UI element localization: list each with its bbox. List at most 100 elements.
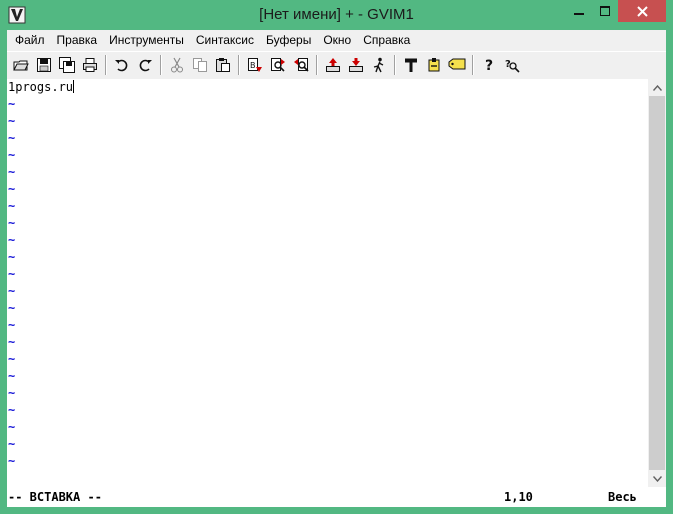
help-button[interactable]: ?	[477, 54, 500, 77]
buffer-text: 1progs.ru	[8, 80, 74, 94]
empty-line-tilde: ~	[8, 182, 16, 196]
chevron-up-icon	[652, 84, 662, 91]
toolbar-separator	[238, 55, 239, 75]
open-icon	[12, 60, 29, 71]
redo-button[interactable]	[133, 54, 156, 77]
maximize-button[interactable]	[592, 0, 618, 22]
open-button[interactable]	[9, 54, 32, 77]
scroll-position: Весь	[608, 490, 637, 504]
empty-line-tilde: ~	[8, 233, 16, 247]
scroll-down-arrow[interactable]	[648, 470, 666, 487]
save-all-icon	[58, 57, 75, 73]
paste-button[interactable]	[211, 54, 234, 77]
toolbar-separator	[160, 55, 161, 75]
title-bar[interactable]: [Нет имени] + - GVIM1	[0, 0, 673, 30]
empty-line-tilde: ~	[8, 97, 16, 111]
status-line: -- ВСТАВКА -- 1,10 Весь	[7, 487, 666, 507]
empty-line-tilde: ~	[8, 216, 16, 230]
help-icon: ?	[485, 58, 493, 73]
load-session-icon	[325, 58, 340, 72]
empty-line-tilde: ~	[8, 420, 16, 434]
minimize-icon	[574, 13, 584, 15]
copy-button[interactable]	[188, 54, 211, 77]
empty-line-tilde: ~	[8, 114, 16, 128]
make-icon	[404, 58, 417, 72]
maximize-icon	[600, 6, 610, 16]
menu-buffers[interactable]: Буферы	[260, 30, 317, 50]
replace-icon: B	[247, 58, 262, 72]
empty-line-tilde: ~	[8, 335, 16, 349]
empty-line-tilde: ~	[8, 301, 16, 315]
cut-button[interactable]	[165, 54, 188, 77]
shell-button[interactable]	[422, 54, 445, 77]
empty-line-tilde: ~	[8, 267, 16, 281]
toolbar-separator	[105, 55, 106, 75]
undo-icon	[114, 59, 127, 72]
empty-line-tilde: ~	[8, 199, 16, 213]
print-icon	[82, 58, 97, 72]
replace-button[interactable]: B	[243, 54, 266, 77]
empty-line-tilde: ~	[8, 437, 16, 451]
find-help-button[interactable]: ?	[500, 54, 523, 77]
close-icon	[636, 5, 648, 17]
toolbar: B ? ?	[7, 51, 666, 78]
toolbar-separator	[316, 55, 317, 75]
menu-file[interactable]: Файл	[9, 30, 51, 50]
empty-line-tilde: ~	[8, 454, 16, 468]
copy-icon	[192, 58, 207, 72]
print-button[interactable]	[78, 54, 101, 77]
menu-edit[interactable]: Правка	[51, 30, 104, 50]
minimize-button[interactable]	[566, 0, 592, 22]
find-next-button[interactable]	[266, 54, 289, 77]
cut-icon	[170, 57, 183, 73]
load-session-button[interactable]	[321, 54, 344, 77]
scroll-thumb[interactable]	[649, 96, 665, 470]
menu-tools[interactable]: Инструменты	[103, 30, 190, 50]
tag-button[interactable]	[445, 54, 468, 77]
svg-text:?: ?	[485, 58, 493, 73]
mode-indicator: -- ВСТАВКА --	[8, 490, 102, 504]
editor-text-area[interactable]: 1progs.ru ~ ~ ~ ~ ~ ~ ~ ~ ~ ~ ~ ~ ~ ~ ~ ~ ~ ~ ~ ~ ~ ~	[7, 79, 648, 487]
toolbar-separator	[394, 55, 395, 75]
make-button[interactable]	[399, 54, 422, 77]
save-button[interactable]	[32, 54, 55, 77]
save-all-button[interactable]	[55, 54, 78, 77]
redo-icon	[139, 59, 152, 72]
gvim-window: [Нет имени] + - GVIM1 Файл Правка Инстру…	[0, 0, 673, 514]
menu-bar: Файл Правка Инструменты Синтаксис Буферы…	[7, 30, 666, 50]
empty-line-tilde: ~	[8, 148, 16, 162]
empty-line-tilde: ~	[8, 403, 16, 417]
empty-line-tilde: ~	[8, 318, 16, 332]
toolbar-separator	[472, 55, 473, 75]
find-prev-button[interactable]	[289, 54, 312, 77]
paste-icon	[215, 58, 230, 72]
scroll-up-arrow[interactable]	[648, 79, 666, 96]
empty-line-tilde: ~	[8, 352, 16, 366]
menu-syntax[interactable]: Синтаксис	[190, 30, 260, 50]
empty-line-tilde: ~	[8, 369, 16, 383]
chevron-down-icon	[652, 475, 662, 482]
menu-window[interactable]: Окно	[317, 30, 357, 50]
empty-line-tilde: ~	[8, 386, 16, 400]
vertical-scrollbar[interactable]	[648, 79, 666, 487]
find-prev-icon	[293, 58, 309, 72]
run-script-icon	[373, 57, 383, 73]
undo-button[interactable]	[110, 54, 133, 77]
save-session-button[interactable]	[344, 54, 367, 77]
tag-icon	[448, 58, 465, 70]
text-cursor	[73, 80, 75, 93]
run-script-button[interactable]	[367, 54, 390, 77]
empty-line-tilde: ~	[8, 284, 16, 298]
empty-line-tilde: ~	[8, 250, 16, 264]
close-button[interactable]	[618, 0, 666, 22]
shell-icon	[428, 58, 439, 72]
find-help-icon: ?	[505, 59, 520, 73]
save-icon	[36, 58, 51, 72]
buffer-line-1: 1progs.ru	[8, 79, 75, 96]
find-next-icon	[270, 58, 285, 72]
empty-line-tilde: ~	[8, 131, 16, 145]
cursor-position: 1,10	[504, 490, 533, 504]
svg-text:B: B	[250, 61, 256, 70]
client-area: Файл Правка Инструменты Синтаксис Буферы…	[7, 30, 666, 507]
menu-help[interactable]: Справка	[357, 30, 416, 50]
